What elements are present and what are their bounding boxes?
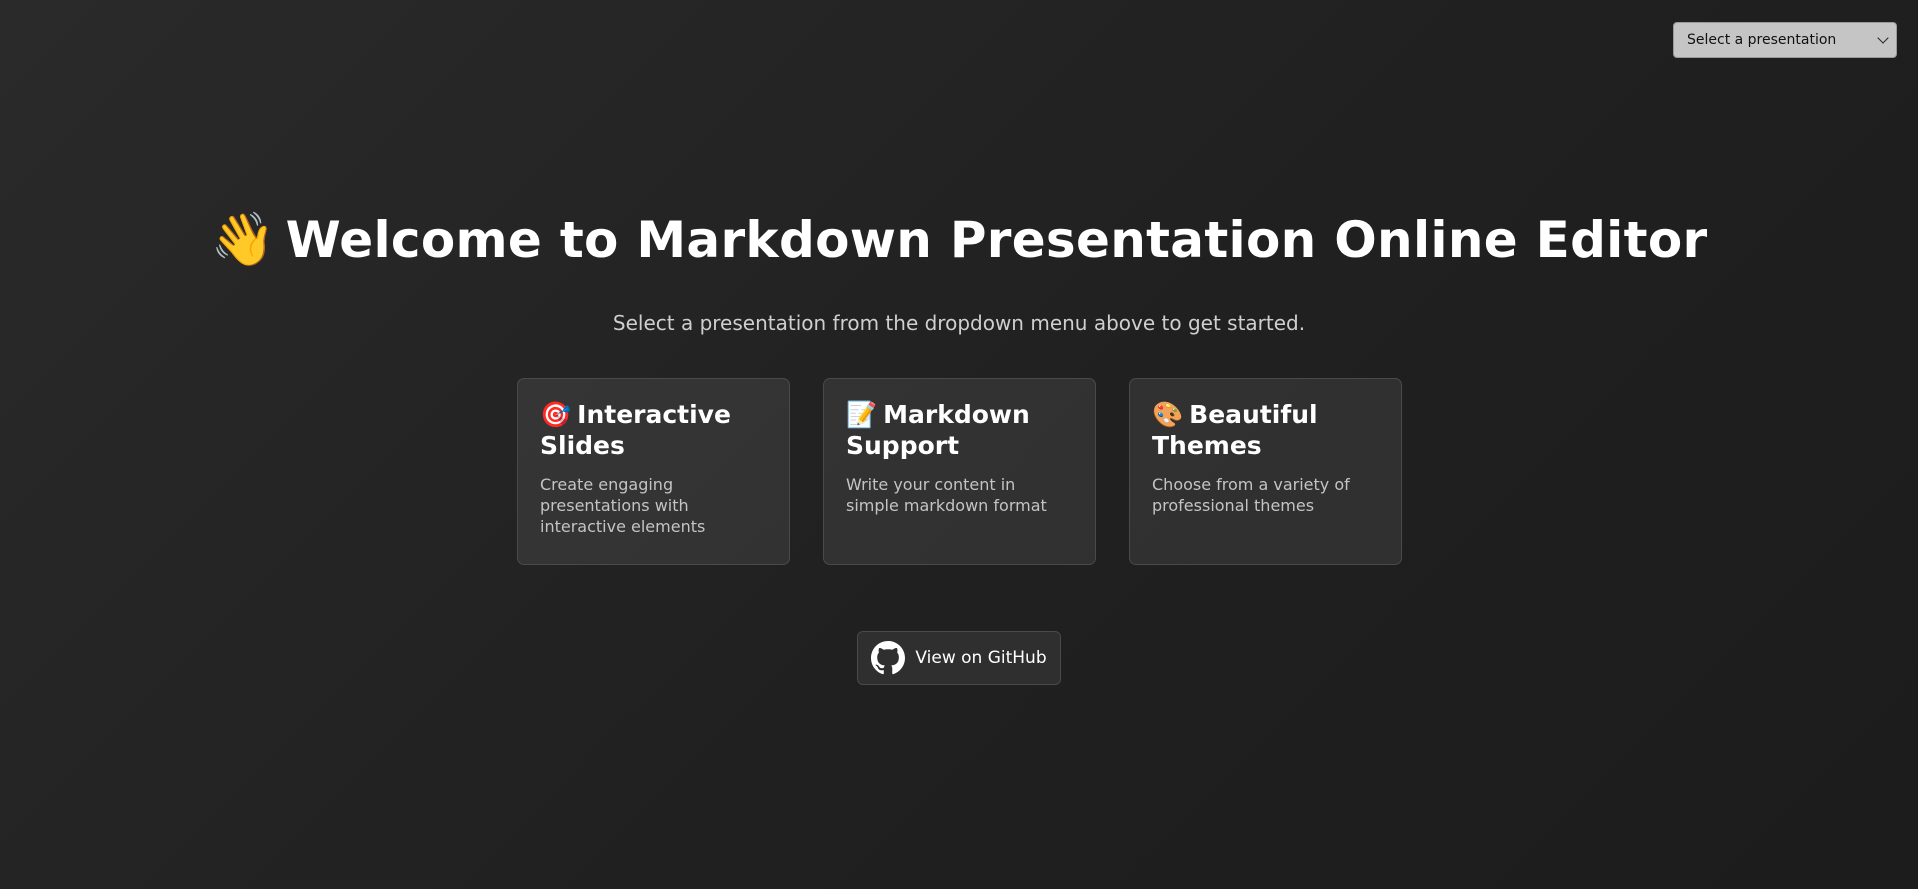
- memo-icon: 📝: [846, 400, 878, 429]
- page-title-text: Welcome to Markdown Presentation Online …: [285, 211, 1708, 269]
- waving-hand-icon: 👋: [210, 210, 276, 270]
- palette-icon: 🎨: [1152, 400, 1184, 429]
- github-icon: [871, 641, 906, 675]
- target-icon: 🎯: [540, 400, 572, 429]
- view-on-github-button[interactable]: View on GitHub: [857, 631, 1061, 685]
- feature-card-description: Create engaging presentations with inter…: [540, 475, 706, 536]
- feature-card-title: 📝 Markdown Support: [846, 399, 1073, 461]
- feature-cards: 🎯 Interactive Slides Create engaging pres…: [517, 378, 1402, 565]
- feature-card-title: 🎨 Beautiful Themes: [1152, 399, 1379, 461]
- presentation-select[interactable]: Select a presentation: [1673, 22, 1897, 58]
- page-title: 👋 Welcome to Markdown Presentation Online…: [0, 205, 1918, 275]
- chevron-down-icon: [1877, 32, 1889, 44]
- feature-card-description: Choose from a variety of professional th…: [1152, 475, 1350, 515]
- feature-card-interactive-slides: 🎯 Interactive Slides Create engaging pres…: [517, 378, 790, 565]
- page-subtitle: Select a presentation from the dropdown …: [612, 311, 1306, 335]
- feature-card-title: 🎯 Interactive Slides: [540, 399, 767, 461]
- feature-card-beautiful-themes: 🎨 Beautiful Themes Choose from a variety …: [1129, 378, 1402, 565]
- feature-card-markdown-support: 📝 Markdown Support Write your content in …: [823, 378, 1096, 565]
- feature-card-description: Write your content in simple markdown fo…: [846, 475, 1047, 515]
- presentation-select-value: Select a presentation: [1687, 32, 1837, 48]
- view-on-github-label: View on GitHub: [915, 648, 1047, 668]
